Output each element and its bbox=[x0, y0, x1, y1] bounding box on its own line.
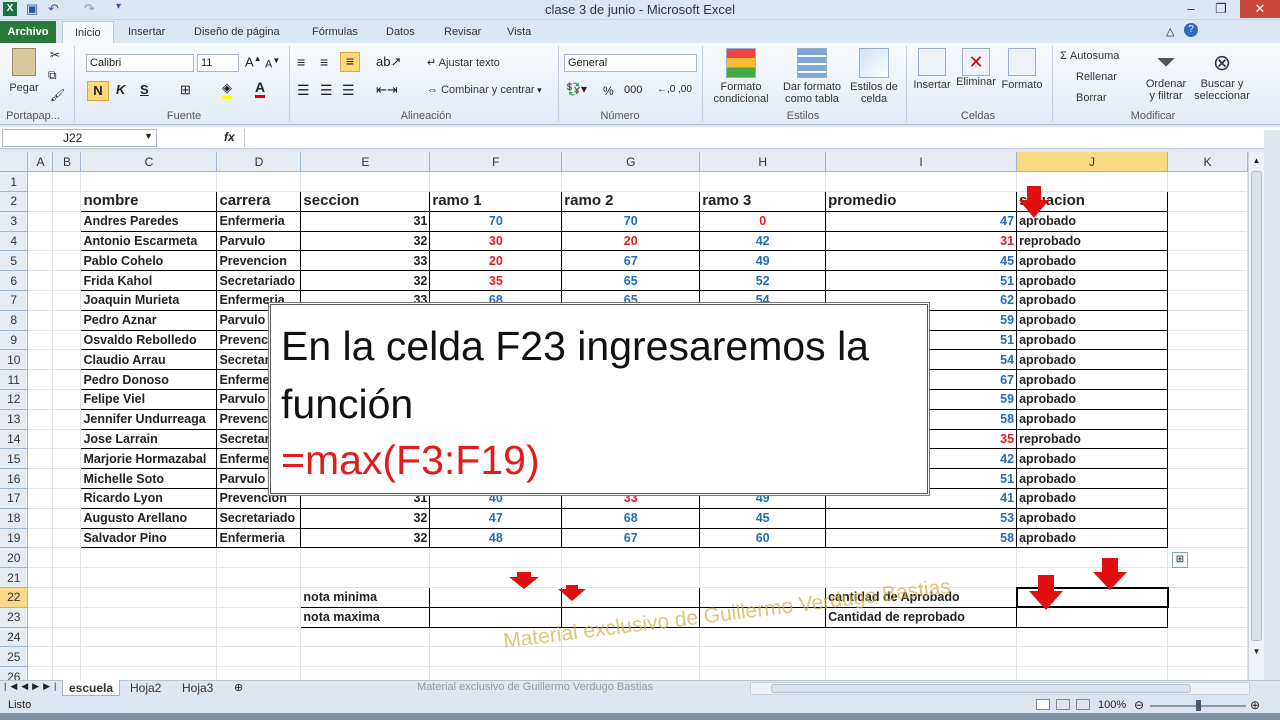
arrow-icon bbox=[1029, 575, 1063, 610]
zoom-out-icon[interactable]: ⊖ bbox=[1134, 697, 1144, 713]
status-ready: Listo bbox=[8, 699, 32, 711]
zoom-level[interactable]: 100% bbox=[1098, 697, 1126, 713]
sheet-tab-hoja2[interactable]: Hoja2 bbox=[124, 680, 167, 696]
page-layout-view-icon[interactable] bbox=[1056, 699, 1070, 710]
scroll-thumb[interactable] bbox=[1251, 171, 1262, 641]
arrow-icon bbox=[1019, 186, 1049, 218]
arrow-icon bbox=[558, 585, 586, 601]
sheet-nav-icon[interactable]: |◀◀▶▶| bbox=[4, 681, 60, 692]
sheet-tab-escuela[interactable]: escuela bbox=[62, 680, 121, 696]
horizontal-scrollbar[interactable] bbox=[750, 682, 1250, 695]
scroll-up-icon[interactable]: ▲ bbox=[1249, 156, 1264, 165]
taskbar bbox=[0, 713, 1280, 720]
scroll-down-icon[interactable]: ▼ bbox=[1249, 647, 1264, 656]
arrow-icon bbox=[509, 572, 539, 589]
normal-view-icon[interactable] bbox=[1036, 699, 1050, 710]
sheet-tab-hoja3[interactable]: Hoja3 bbox=[176, 680, 219, 696]
page-break-view-icon[interactable] bbox=[1076, 699, 1090, 710]
hscroll-thumb[interactable] bbox=[771, 684, 1191, 693]
split-panel bbox=[1264, 130, 1280, 690]
paste-options-icon[interactable]: ⊞ bbox=[1172, 552, 1188, 568]
new-sheet-icon[interactable]: ⊕ bbox=[234, 681, 243, 694]
vertical-scrollbar[interactable]: ▲ ▼ bbox=[1248, 152, 1264, 680]
zoom-in-icon[interactable]: ⊕ bbox=[1250, 697, 1260, 713]
zoom-slider-thumb[interactable] bbox=[1196, 700, 1201, 711]
arrow-icon bbox=[1093, 558, 1127, 590]
watermark-small: Material exclusivo de Guillermo Verdugo … bbox=[417, 681, 654, 693]
